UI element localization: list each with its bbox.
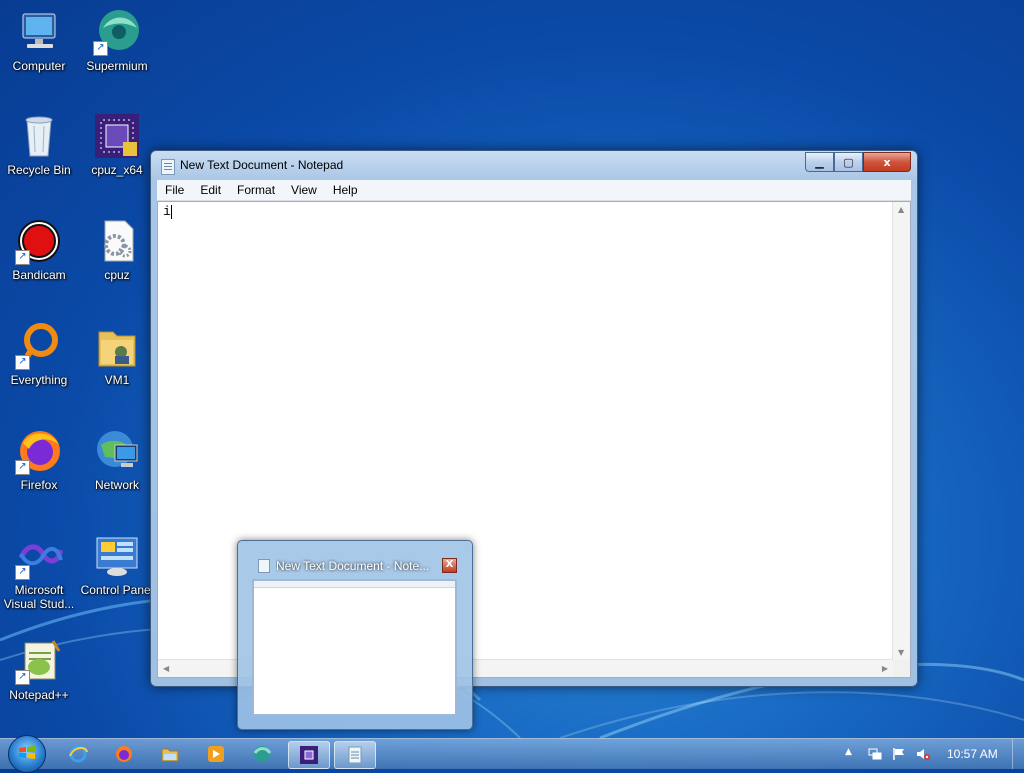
close-icon: X — [445, 559, 454, 570]
desktop-icon-label: Firefox — [20, 478, 58, 492]
file-explorer-icon — [161, 748, 179, 762]
close-button[interactable]: x — [863, 152, 911, 172]
desktop-icon-control-panel[interactable]: Control Panel — [79, 532, 155, 597]
menu-bar: File Edit Format View Help — [157, 180, 911, 201]
preview-close-button[interactable]: X — [442, 558, 457, 573]
desktop-icon-label: cpuz — [104, 268, 130, 282]
desktop-icon-label: Bandicam — [12, 268, 66, 282]
taskbar-cpuz[interactable] — [288, 741, 330, 769]
menu-edit[interactable]: Edit — [192, 183, 229, 197]
desktop-icon-label: cpuz_x64 — [91, 163, 143, 177]
cpuz-icon — [300, 746, 318, 764]
start-button[interactable] — [8, 735, 46, 773]
caption-buttons: ▁ ▢ x — [805, 152, 911, 172]
desktop-icon-cpuz[interactable]: cpuz — [79, 217, 155, 282]
notepad-plus-plus-icon: ↗ — [15, 637, 63, 685]
preview-title: New Text Document - Note... — [276, 559, 430, 573]
shortcut-arrow-icon: ↗ — [15, 565, 30, 580]
desktop-icon-label: Supermium — [86, 59, 148, 73]
notepad-titlebar[interactable]: New Text Document - Notepad ▁ ▢ x — [151, 151, 917, 179]
bandicam-icon: ↗ — [15, 217, 63, 265]
action-center-flag-icon[interactable] — [892, 747, 906, 761]
desktop-icon-notepad-plus-plus[interactable]: ↗ Notepad++ — [1, 637, 77, 702]
taskbar-notepad[interactable] — [334, 741, 376, 769]
windows-logo-icon — [19, 746, 35, 759]
desktop-icon-visual-studio[interactable]: ↗ Microsoft Visual Stud... — [1, 532, 77, 611]
scroll-up-arrow-icon[interactable]: ▲ — [898, 205, 904, 214]
media-player-icon — [208, 746, 224, 762]
desktop-icon-label: Computer — [12, 59, 66, 73]
desktop-icon-supermium[interactable]: ↗ Supermium — [79, 8, 155, 73]
shortcut-arrow-icon: ↗ — [93, 41, 108, 56]
visual-studio-icon: ↗ — [15, 532, 64, 580]
desktop-icon-label: Network — [94, 478, 139, 492]
everything-icon: ↗ — [15, 322, 63, 370]
show-desktop-button[interactable] — [1012, 739, 1024, 769]
supermium-icon: ↗ — [93, 8, 141, 56]
taskbar-file-explorer[interactable] — [150, 741, 190, 767]
desktop-icon-label: Notepad++ — [9, 688, 69, 702]
cpuz-x64-icon — [93, 112, 141, 160]
desktop-icon-cpuz-x64[interactable]: cpuz_x64 — [79, 112, 155, 177]
notepad-icon — [161, 159, 175, 175]
desktop-icon-everything[interactable]: ↗ Everything — [1, 322, 77, 387]
close-icon: x — [883, 155, 891, 169]
notepad-icon — [348, 746, 362, 764]
menu-file[interactable]: File — [157, 183, 192, 197]
desktop-icon-bandicam[interactable]: ↗ Bandicam — [1, 217, 77, 282]
control-panel-icon — [93, 532, 141, 580]
vertical-scrollbar[interactable]: ▲ ▼ — [892, 202, 910, 660]
recycle-bin-icon — [15, 112, 63, 160]
firefox-icon: ↗ — [15, 427, 63, 475]
taskbar: ▲ 10:57 AM — [0, 735, 1024, 773]
scroll-corner — [893, 660, 910, 677]
scroll-left-arrow-icon[interactable]: ◀ — [163, 664, 169, 673]
show-hidden-icons-arrow-icon[interactable]: ▲ — [845, 747, 859, 761]
desktop-icon-label: Control Panel — [80, 583, 154, 597]
desktop-icon-computer[interactable]: Computer — [1, 8, 77, 73]
taskbar-supermium[interactable] — [242, 741, 282, 767]
desktop-icon-network[interactable]: Network — [79, 427, 155, 492]
scroll-down-arrow-icon[interactable]: ▼ — [898, 648, 904, 657]
desktop-icon-recycle-bin[interactable]: Recycle Bin — [1, 112, 77, 177]
firefox-icon — [116, 746, 132, 762]
menu-help[interactable]: Help — [325, 183, 366, 197]
vm1-folder-icon — [93, 322, 141, 370]
taskbar-internet-explorer[interactable] — [58, 741, 98, 767]
clock[interactable]: 10:57 AM — [947, 747, 998, 761]
shortcut-arrow-icon: ↗ — [15, 670, 30, 685]
taskbar-media-player[interactable] — [196, 741, 236, 767]
volume-muted-icon[interactable] — [916, 747, 930, 761]
internet-explorer-icon — [69, 745, 88, 763]
desktop-icon-firefox[interactable]: ↗ Firefox — [1, 427, 77, 492]
preview-thumbnail[interactable] — [252, 579, 457, 716]
window-title: New Text Document - Notepad — [180, 158, 344, 172]
maximize-button[interactable]: ▢ — [834, 152, 863, 172]
network-icon — [93, 427, 141, 475]
network-status-icon[interactable] — [868, 747, 882, 761]
document-text: i — [163, 204, 171, 219]
desktop-icon-vm1[interactable]: VM1 — [79, 322, 155, 387]
supermium-icon — [253, 746, 272, 762]
menu-format[interactable]: Format — [229, 183, 283, 197]
computer-icon — [15, 8, 63, 56]
shortcut-arrow-icon: ↗ — [15, 460, 30, 475]
taskbar-firefox[interactable] — [104, 741, 144, 767]
scroll-right-arrow-icon[interactable]: ▶ — [882, 664, 888, 673]
text-caret — [171, 205, 172, 219]
desktop-icon-label: Recycle Bin — [7, 163, 71, 177]
desktop-icon-label: Everything — [10, 373, 68, 387]
thumbnail-menubar — [254, 581, 455, 588]
desktop-icon-label: VM1 — [104, 373, 130, 387]
shortcut-arrow-icon: ↗ — [15, 355, 30, 370]
minimize-button[interactable]: ▁ — [805, 152, 834, 172]
taskbar-thumbnail-preview[interactable]: New Text Document - Note... X — [237, 540, 473, 730]
notepad-icon — [258, 559, 270, 573]
minimize-icon: ▁ — [815, 155, 824, 169]
desktop-icon-label: Microsoft Visual Stud... — [3, 583, 75, 611]
maximize-icon: ▢ — [843, 155, 854, 169]
menu-view[interactable]: View — [283, 183, 325, 197]
cpuz-icon — [93, 217, 141, 265]
shortcut-arrow-icon: ↗ — [15, 250, 30, 265]
